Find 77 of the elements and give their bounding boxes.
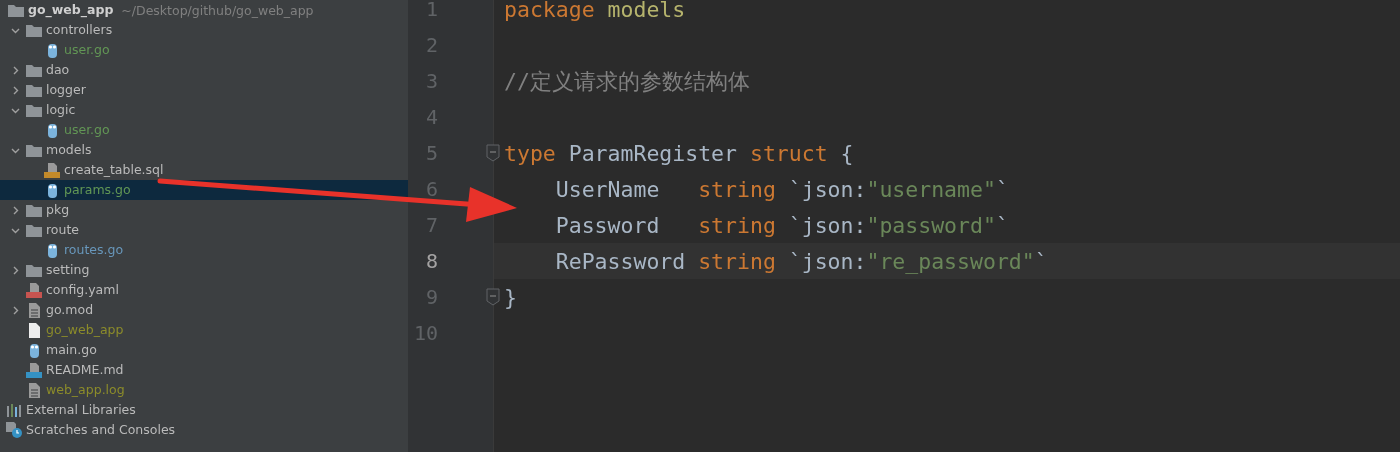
tree-row[interactable]: README.md bbox=[0, 360, 408, 380]
tree-row[interactable]: user.go bbox=[0, 40, 408, 60]
file-name: logic bbox=[46, 102, 76, 118]
code-line: } bbox=[504, 284, 517, 310]
sql-file-icon bbox=[44, 162, 60, 178]
tree-row[interactable]: routes.go bbox=[0, 240, 408, 260]
gopher-icon bbox=[46, 42, 58, 58]
file-name: logger bbox=[46, 82, 86, 98]
folder-icon bbox=[26, 83, 42, 97]
tree-row[interactable]: create_table.sql bbox=[0, 160, 408, 180]
tree-row[interactable]: External Libraries bbox=[0, 400, 408, 420]
node-name: External Libraries bbox=[26, 402, 136, 418]
tree-row[interactable]: dao bbox=[0, 60, 408, 80]
node-name: Scratches and Consoles bbox=[26, 422, 176, 438]
file-name: go.mod bbox=[46, 302, 94, 318]
code-line: type ParamRegister struct { bbox=[504, 140, 854, 166]
tree-row[interactable]: models bbox=[0, 140, 408, 160]
tree-row[interactable]: controllers bbox=[0, 20, 408, 40]
file-name: dao bbox=[46, 62, 70, 78]
tree-row[interactable]: logger bbox=[0, 80, 408, 100]
code-line: Password string `json:"password"` bbox=[554, 212, 1009, 238]
file-name: user.go bbox=[64, 122, 110, 138]
gopher-icon bbox=[28, 342, 40, 358]
gopher-icon bbox=[46, 122, 58, 138]
tree-row[interactable]: route bbox=[0, 220, 408, 240]
tree-row[interactable]: config.yaml bbox=[0, 280, 408, 300]
file-icon bbox=[28, 322, 40, 338]
yaml-file-icon bbox=[26, 282, 42, 298]
file-name: controllers bbox=[46, 22, 113, 38]
file-name: params.go bbox=[64, 182, 131, 198]
file-name: routes.go bbox=[64, 242, 124, 258]
file-name: user.go bbox=[64, 42, 110, 58]
fold-marker-icon[interactable] bbox=[486, 144, 500, 162]
tree-row[interactable]: go_web_app ~/Desktop/github/go_web_app bbox=[0, 0, 408, 20]
tree-row[interactable]: go.mod bbox=[0, 300, 408, 320]
tree-row[interactable]: user.go bbox=[0, 120, 408, 140]
tree-row[interactable]: setting bbox=[0, 260, 408, 280]
file-name: create_table.sql bbox=[64, 162, 164, 178]
gopher-icon bbox=[46, 242, 58, 258]
text-file-icon bbox=[28, 382, 40, 398]
code-line: package models bbox=[504, 0, 686, 22]
tree-row[interactable]: Scratches and Consoles bbox=[0, 420, 408, 440]
folder-icon bbox=[26, 23, 42, 37]
file-name: pkg bbox=[46, 202, 70, 218]
libraries-icon bbox=[6, 403, 22, 417]
file-name: setting bbox=[46, 262, 90, 278]
file-name: web_app.log bbox=[46, 382, 125, 398]
folder-icon bbox=[26, 103, 42, 117]
code-line: RePassword string `json:"re_password"` bbox=[554, 248, 1048, 274]
tree-row[interactable]: pkg bbox=[0, 200, 408, 220]
file-name: main.go bbox=[46, 342, 97, 358]
line-number: 8 bbox=[424, 249, 438, 273]
folder-icon bbox=[8, 3, 24, 17]
folder-icon bbox=[26, 263, 42, 277]
scratches-icon bbox=[6, 422, 22, 438]
file-name: models bbox=[46, 142, 92, 158]
tree-row[interactable]: go_web_app bbox=[0, 320, 408, 340]
folder-icon bbox=[26, 63, 42, 77]
code-line: UserName string `json:"username"` bbox=[554, 176, 1009, 202]
tree-row[interactable]: web_app.log bbox=[0, 380, 408, 400]
file-name: route bbox=[46, 222, 80, 238]
folder-icon bbox=[26, 223, 42, 237]
folder-icon bbox=[26, 143, 42, 157]
file-name: config.yaml bbox=[46, 282, 119, 298]
gopher-icon bbox=[46, 182, 58, 198]
folder-icon bbox=[26, 203, 42, 217]
text-file-icon bbox=[28, 302, 40, 318]
markdown-file-icon bbox=[26, 362, 42, 378]
file-name: go_web_app bbox=[28, 2, 114, 18]
code-editor[interactable]: package models //定义请求的参数结构体 type ParamRegister struct { UserName string `json:"username"` Password string `json:"password"` RePassword string `json:"re_password"` } bbox=[494, 0, 1400, 452]
file-name: README.md bbox=[46, 362, 124, 378]
project-path: ~/Desktop/github/go_web_app bbox=[121, 2, 314, 18]
tree-row[interactable]: logic bbox=[0, 100, 408, 120]
fold-marker-icon[interactable] bbox=[486, 288, 500, 306]
code-line: //定义请求的参数结构体 bbox=[504, 67, 750, 96]
file-name: go_web_app bbox=[46, 322, 124, 338]
tree-row[interactable]: main.go bbox=[0, 340, 408, 360]
